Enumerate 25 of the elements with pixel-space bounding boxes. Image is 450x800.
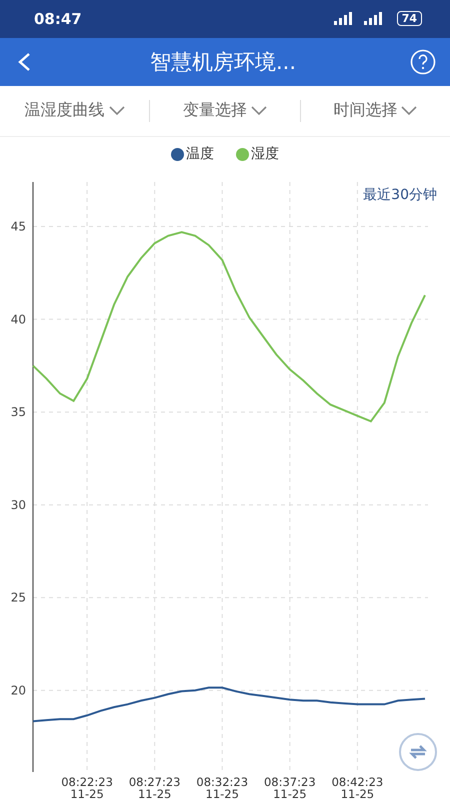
- y-axis-label: 30: [10, 498, 26, 512]
- help-button[interactable]: [410, 48, 436, 75]
- filter-dropdown[interactable]: 温湿度曲线: [0, 100, 150, 122]
- page-title: 智慧机房环境...: [150, 48, 296, 76]
- x-axis-label: 08:37:23 11-25: [264, 775, 316, 800]
- battery-indicator: 74: [396, 11, 422, 26]
- y-axis-label: 45: [10, 220, 26, 234]
- legend-label: 湿度: [251, 145, 279, 164]
- x-axis-label: 08:32:23 11-25: [196, 775, 248, 800]
- refresh-button[interactable]: [399, 733, 437, 771]
- x-axis-label: 08:22:23 11-25: [61, 775, 113, 800]
- y-axis-label: 35: [10, 405, 26, 420]
- chevron-down-icon: [250, 106, 267, 116]
- status-time: 08:47: [34, 10, 82, 28]
- x-axis-label: 08:27:23 11-25: [128, 775, 180, 800]
- y-axis-label: 40: [10, 312, 26, 327]
- chevron-down-icon: [401, 106, 418, 116]
- legend-label: 温度: [186, 145, 214, 164]
- x-axis-label: 08:42:23 11-25: [332, 775, 384, 800]
- y-axis-label: 20: [10, 684, 26, 698]
- chart-period-label: 最近30分钟: [363, 187, 437, 204]
- y-axis-label: 25: [10, 590, 26, 605]
- filter-dropdown[interactable]: 变量选择: [150, 100, 300, 122]
- chevron-down-icon: [108, 106, 125, 116]
- filter-dropdown[interactable]: 时间选择: [300, 100, 450, 122]
